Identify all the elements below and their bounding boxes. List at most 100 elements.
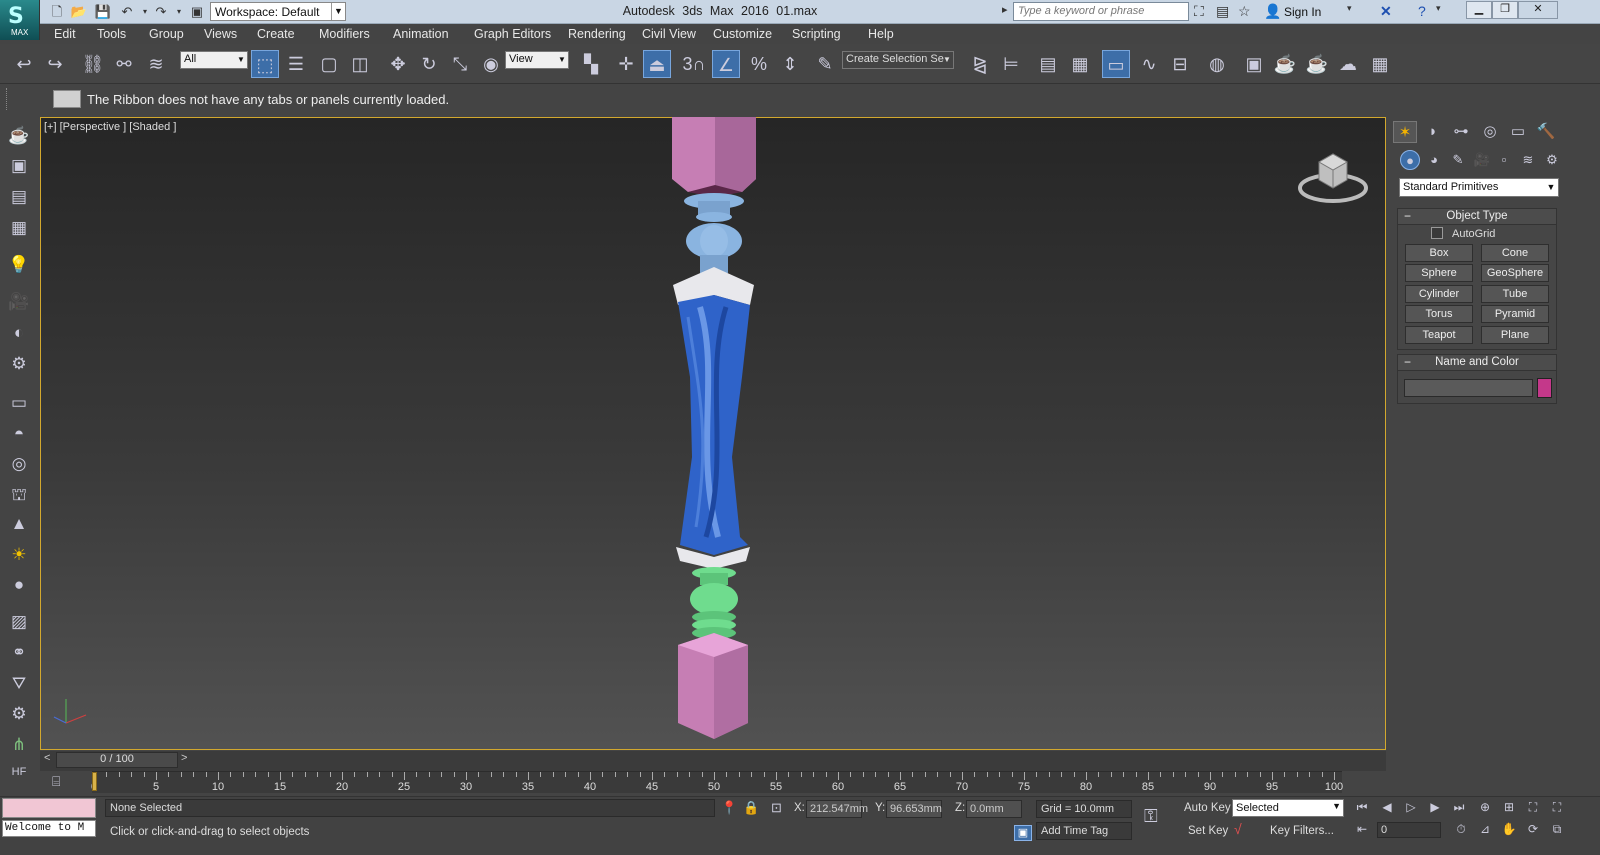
schematic-view-icon[interactable]: ⊟ — [1166, 50, 1194, 78]
field-of-view-icon[interactable]: ⊿ — [1475, 822, 1495, 838]
unlink-selection-icon[interactable]: ⚯ — [110, 50, 138, 78]
spreadsheet-icon[interactable]: ▦ — [7, 218, 31, 240]
sign-in-dropdown-icon[interactable]: ▾ — [1347, 3, 1352, 14]
layer-manager-icon[interactable]: ▤ — [1034, 50, 1062, 78]
minimize-button[interactable]: ▁ — [1466, 1, 1492, 19]
sphere-icon[interactable]: ● — [7, 575, 31, 597]
key-filters-button[interactable]: Key Filters... — [1270, 825, 1334, 837]
menu-views[interactable]: Views — [204, 27, 237, 41]
box-button[interactable]: Box — [1405, 244, 1473, 262]
sun-icon[interactable]: ☀ — [7, 545, 31, 567]
lights-category-icon[interactable]: ✎ — [1448, 150, 1468, 170]
time-slider-prev[interactable]: < — [44, 752, 50, 764]
select-object-icon[interactable]: ⬚ — [251, 50, 279, 78]
object-color-swatch[interactable] — [1537, 378, 1552, 398]
add-time-tag[interactable]: Add Time Tag — [1036, 822, 1132, 840]
teapot-icon[interactable]: ☕ — [7, 126, 31, 148]
y-coord-field[interactable]: 96.653mm — [886, 800, 942, 818]
select-manipulate-icon[interactable]: ✛ — [612, 50, 640, 78]
menu-graph-editors[interactable]: Graph Editors — [474, 27, 551, 41]
frame-icon[interactable]: ⛛ — [7, 674, 31, 696]
light-icon[interactable]: 💡 — [7, 255, 31, 277]
trackbar[interactable]: 0510152025303540455055606570758085909510… — [91, 771, 1343, 793]
systems-category-icon[interactable]: ⚙ — [1542, 150, 1562, 170]
next-frame-icon[interactable]: ▶ — [1425, 800, 1445, 816]
teapot-button[interactable]: Teapot — [1405, 326, 1473, 344]
helpers-category-icon[interactable]: ▫ — [1494, 150, 1514, 170]
select-and-link-icon[interactable]: ⛓ — [79, 50, 107, 78]
trackbar-toggle-icon[interactable]: ⌸ — [52, 773, 60, 790]
menu-edit[interactable]: Edit — [54, 27, 76, 41]
save-file-icon[interactable]: 💾 — [94, 3, 112, 21]
sphere-button[interactable]: Sphere — [1405, 264, 1473, 282]
scene-explorer-icon[interactable]: ▦ — [1066, 50, 1094, 78]
cameras-category-icon[interactable]: 🎥 — [1472, 150, 1492, 170]
viewport-label[interactable]: [+] [Perspective ] [Shaded ] — [44, 121, 176, 133]
pivot-center-icon[interactable]: ▚ — [577, 50, 605, 78]
bind-to-space-warp-icon[interactable]: ≋ — [142, 50, 170, 78]
x-coord-field[interactable]: 212.547mm — [806, 800, 868, 818]
torus-button[interactable]: Torus — [1405, 305, 1473, 323]
hemisphere-icon[interactable]: ◓ — [7, 424, 31, 446]
cage-icon[interactable]: ⛫ — [7, 485, 31, 507]
orbit-icon[interactable]: ⟳ — [1523, 822, 1543, 838]
modify-tab-icon[interactable]: ◗ — [1421, 121, 1445, 143]
favorites-star-icon[interactable]: ☆ — [1238, 3, 1251, 20]
menu-civil-view[interactable]: Civil View — [642, 27, 696, 41]
toggle-ribbon-icon[interactable]: ▭ — [1102, 50, 1130, 78]
zoom-icon[interactable]: ⊕ — [1475, 800, 1495, 816]
sign-in-link[interactable]: Sign In — [1284, 5, 1321, 19]
baluster-model[interactable] — [660, 117, 770, 749]
camera-icon[interactable]: 🎥 — [7, 292, 31, 314]
close-button[interactable]: ✕ — [1518, 1, 1558, 19]
object-name-input[interactable] — [1404, 379, 1533, 397]
molecule-icon[interactable]: ⚭ — [7, 643, 31, 665]
angle-snap-icon[interactable]: ∠ — [712, 50, 740, 78]
a360-gallery-icon[interactable]: ▦ — [1366, 50, 1394, 78]
maximize-viewport-icon[interactable]: ⧉ — [1547, 822, 1567, 838]
key-mode-dropdown[interactable]: Selected ▼ — [1232, 799, 1344, 817]
time-configuration-icon[interactable]: ⏱ — [1451, 822, 1471, 838]
space-warps-category-icon[interactable]: ≋ — [1518, 150, 1538, 170]
select-by-name-icon[interactable]: ☰ — [282, 50, 310, 78]
ring-icon[interactable]: ◎ — [7, 454, 31, 476]
helper-icon[interactable]: ◐ — [7, 323, 31, 345]
snaps-toggle-icon[interactable]: 3∩ — [680, 50, 708, 78]
material-editor-icon[interactable]: ◍ — [1203, 50, 1231, 78]
grid-icon[interactable]: ▨ — [7, 612, 31, 634]
named-selection-dropdown[interactable]: Create Selection Se ▼ — [842, 51, 954, 69]
menu-modifiers[interactable]: Modifiers — [319, 27, 370, 41]
binoculars-icon[interactable]: ⛶ — [1194, 3, 1204, 20]
select-and-rotate-icon[interactable]: ↻ — [415, 50, 443, 78]
menu-tools[interactable]: Tools — [97, 27, 126, 41]
select-and-place-icon[interactable]: ◉ — [477, 50, 505, 78]
new-file-icon[interactable]: 🗋 — [48, 3, 66, 21]
menu-customize[interactable]: Customize — [713, 27, 772, 41]
utilities-tab-icon[interactable]: 🔨 — [1534, 121, 1558, 143]
menu-rendering[interactable]: Rendering — [568, 27, 626, 41]
redo-dropdown-icon[interactable]: ▾ — [170, 3, 188, 21]
z-coord-field[interactable]: 0.0mm — [966, 800, 1022, 818]
open-file-icon[interactable]: 📂 — [70, 3, 88, 21]
previous-frame-icon[interactable]: ◀ — [1377, 800, 1397, 816]
redo-icon[interactable]: ↷ — [152, 3, 170, 21]
zoom-all-icon[interactable]: ⊞ — [1499, 800, 1519, 816]
menu-scripting[interactable]: Scripting — [792, 27, 841, 41]
spinner-snap-icon[interactable]: ⇕ — [776, 50, 804, 78]
cone-icon[interactable]: ▲ — [7, 514, 31, 536]
reference-coordinate-dropdown[interactable]: View ▼ — [505, 51, 569, 69]
set-key-button[interactable]: Set Key — [1188, 825, 1228, 837]
maxscript-mini-listener[interactable]: Welcome to M — [2, 820, 96, 837]
application-button[interactable]: S MAX — [0, 0, 40, 40]
plane-object-icon[interactable]: ▭ — [7, 393, 31, 415]
hierarchy-tab-icon[interactable]: ⊶ — [1449, 121, 1473, 143]
plane-button[interactable]: Plane — [1481, 326, 1549, 344]
menu-create[interactable]: Create — [257, 27, 295, 41]
shapes-category-icon[interactable]: ◕ — [1424, 150, 1444, 170]
gear-icon[interactable]: ⚙ — [7, 704, 31, 726]
zoom-extents-icon[interactable]: ⛶ — [1523, 800, 1543, 816]
menu-group[interactable]: Group — [149, 27, 184, 41]
display-tab-icon[interactable]: ▭ — [1506, 121, 1530, 143]
maxscript-listener-output[interactable] — [2, 798, 96, 818]
object-type-header[interactable]: − Object Type — [1398, 209, 1556, 225]
